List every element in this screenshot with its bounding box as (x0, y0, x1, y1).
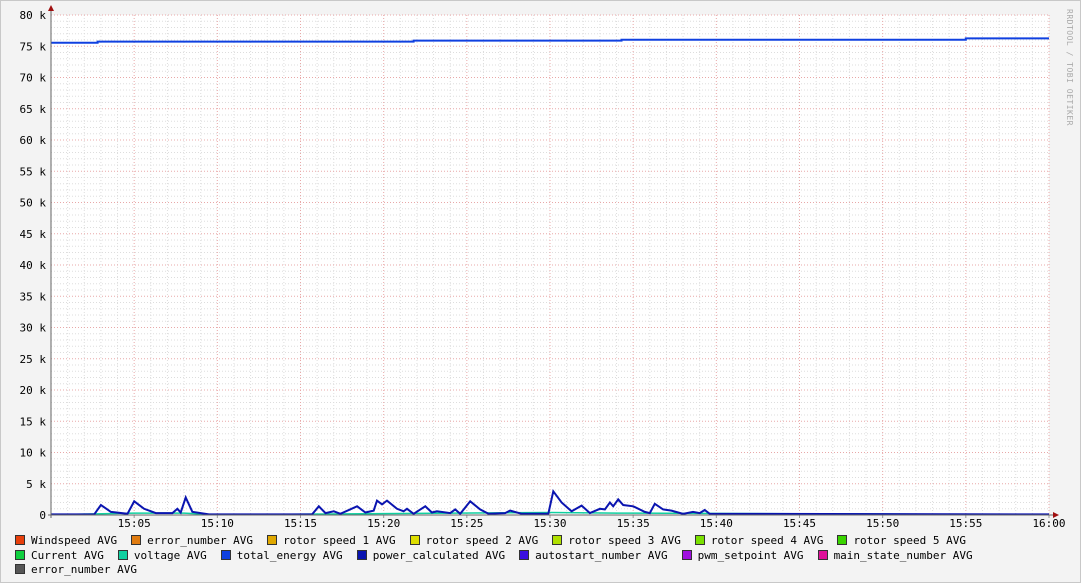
y-tick-label: 20 k (20, 384, 47, 397)
legend-swatch (117, 549, 128, 560)
legend-label: pwm_setpoint AVG (697, 548, 804, 562)
legend-item: rotor speed 4 AVG (694, 534, 824, 549)
legend-label: rotor speed 5 AVG (853, 534, 967, 547)
y-tick-label: 45 k (20, 228, 47, 241)
legend-swatch (519, 549, 530, 560)
x-tick-label: 15:30 (533, 517, 566, 530)
x-tick-label: 15:20 (367, 517, 400, 530)
legend-swatch (131, 535, 142, 545)
legend-item: rotor speed 2 AVG (409, 534, 539, 549)
legend-item: rotor speed 1 AVG (267, 534, 396, 549)
legend-swatch (15, 549, 25, 560)
x-tick-label: 15:35 (617, 517, 650, 530)
legend-swatch (817, 549, 828, 560)
legend-swatch (694, 535, 705, 545)
legend-item: rotor speed 5 AVG (837, 534, 966, 549)
y-tick-label: 25 k (20, 353, 47, 366)
y-tick-label: 80 k (20, 9, 47, 22)
legend-label: rotor speed 3 AVG (568, 534, 681, 547)
y-tick-label: 40 k (20, 259, 47, 272)
legend-swatch (220, 549, 231, 560)
rrd-graph: 0 5 k 10 k 15 k 20 k 25 k 30 k 35 k 40 k 45 k 50 k… (0, 0, 1081, 583)
legend-item: Current AVG (15, 549, 104, 564)
legend-label: Windspeed AVG (31, 534, 118, 547)
y-tick-label: 30 k (20, 322, 47, 335)
legend-label: rotor speed 2 AVG (425, 534, 539, 547)
legend-label: autostart_number AVG (535, 548, 668, 562)
legend-item: rotor speed 3 AVG (552, 534, 681, 549)
legend-label: Current AVG (31, 548, 104, 562)
legend-item: error_number AVG (15, 563, 137, 578)
legend-label: rotor speed 1 AVG (283, 534, 396, 547)
y-tick-label: 15 k (20, 415, 47, 428)
x-tick-label: 15:45 (783, 517, 816, 530)
legend-label: main_state_number AVG (833, 548, 973, 562)
y-tick-label: 55 k (20, 165, 47, 178)
y-axis-arrow-icon (48, 5, 54, 11)
legend-item: error_number AVG (131, 534, 253, 549)
legend-swatch (837, 535, 848, 545)
x-tick-label: 15:50 (866, 517, 899, 530)
legend-item: autostart_number AVG (519, 548, 668, 564)
legend-label: rotor speed 4 AVG (710, 534, 824, 547)
y-tick-label: 0 (39, 509, 46, 522)
x-tick-label: 15:25 (450, 517, 483, 530)
legend-swatch (409, 535, 420, 545)
y-tick-label: 10 k (20, 447, 47, 460)
y-tick-label: 65 k (20, 103, 47, 116)
watermark: RRDTOOL / TOBI OETIKER (1065, 9, 1074, 126)
x-tick-label: 15:10 (201, 517, 234, 530)
legend-item: Windspeed AVG (15, 534, 117, 549)
x-tick-label: 15:15 (284, 517, 317, 530)
legend-swatch (15, 564, 25, 574)
legend-swatch (267, 535, 278, 545)
x-tick-label: 16:00 (1032, 517, 1065, 530)
y-tick-label: 60 k (20, 134, 47, 147)
y-tick-label: 75 k (20, 40, 47, 53)
legend-item: total_energy AVG (220, 548, 343, 564)
legend-item: main_state_number AVG (817, 548, 973, 564)
y-tick-label: 70 k (20, 72, 47, 85)
legend: Windspeed AVG error_number AVG rotor speed… (15, 534, 1075, 578)
x-tick-label: 15:40 (700, 517, 733, 530)
y-tick-label: 5 k (26, 478, 46, 491)
legend-label: error_number AVG (31, 563, 137, 576)
y-tick-label: 35 k (20, 290, 47, 303)
legend-label: total_energy AVG (236, 548, 343, 562)
legend-swatch (15, 535, 25, 545)
x-tick-label: 15:05 (118, 517, 151, 530)
legend-label: voltage AVG (133, 548, 207, 562)
legend-swatch (552, 535, 563, 545)
legend-swatch (681, 549, 692, 560)
legend-item: voltage AVG (117, 548, 207, 564)
legend-item: pwm_setpoint AVG (681, 548, 804, 564)
legend-item: power_calculated AVG (356, 548, 506, 564)
chart-canvas: 0 5 k 10 k 15 k 20 k 25 k 30 k 35 k 40 k 45 k 50 k… (20, 5, 1066, 530)
legend-swatch (356, 549, 367, 560)
legend-label: power_calculated AVG (372, 548, 506, 562)
y-tick-label: 50 k (20, 197, 47, 210)
x-tick-label: 15:55 (949, 517, 982, 530)
legend-label: error_number AVG (147, 534, 254, 547)
